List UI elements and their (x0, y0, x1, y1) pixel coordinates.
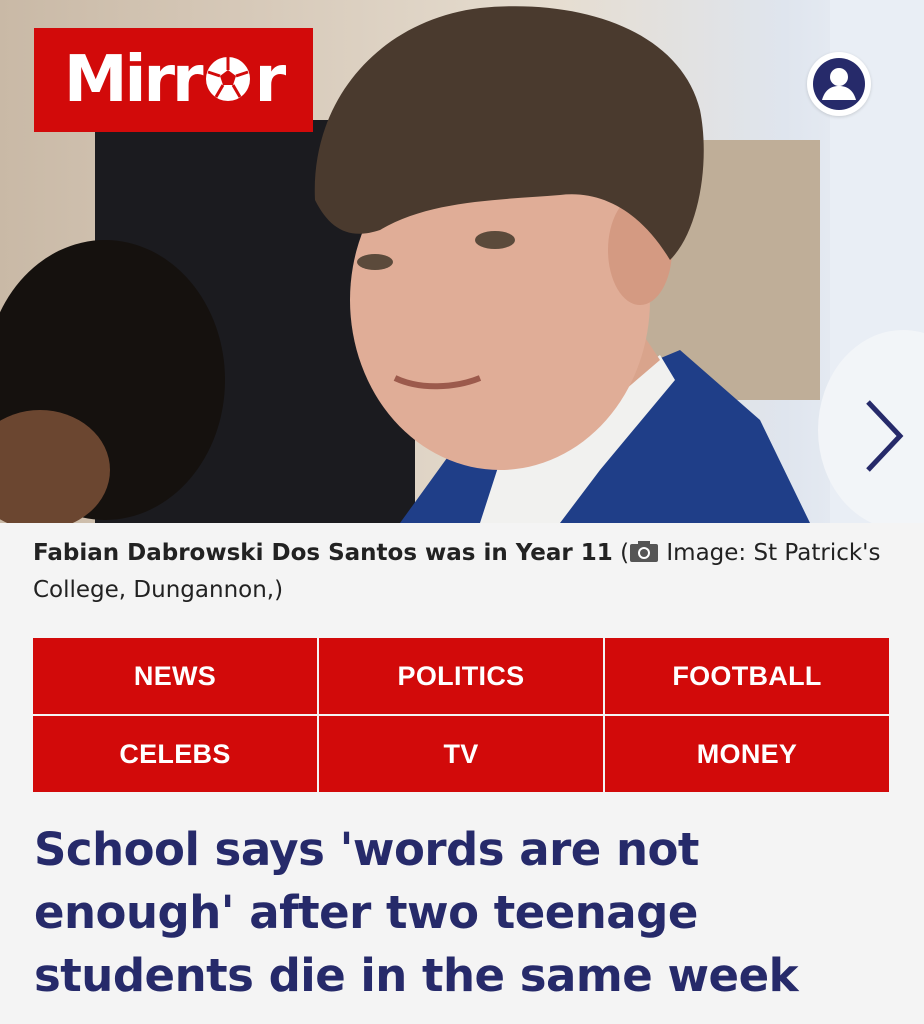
camera-icon (630, 541, 659, 562)
article-headline: School says 'words are not enough' after… (34, 823, 799, 1002)
football-icon (205, 57, 250, 101)
image-caption: Fabian Dabrowski Dos Santos was in Year … (33, 535, 893, 609)
account-button[interactable] (807, 52, 871, 116)
logo-wordmark: Mirr r (63, 43, 286, 117)
mirror-logo[interactable]: Mirr r (34, 28, 313, 132)
user-account-icon (813, 58, 865, 110)
section-nav: NEWS POLITICS FOOTBALL CELEBS TV MONEY (33, 638, 889, 794)
hero-image: Mirr r (0, 0, 924, 523)
nav-celebs[interactable]: CELEBS (33, 716, 317, 792)
caption-text: Fabian Dabrowski Dos Santos was in Year … (33, 540, 613, 566)
nav-money[interactable]: MONEY (605, 716, 889, 792)
chevron-right-icon (866, 400, 904, 472)
nav-politics[interactable]: POLITICS (319, 638, 603, 714)
nav-tv[interactable]: TV (319, 716, 603, 792)
nav-news[interactable]: NEWS (33, 638, 317, 714)
nav-football[interactable]: FOOTBALL (605, 638, 889, 714)
caption-paren: ( (612, 540, 630, 566)
